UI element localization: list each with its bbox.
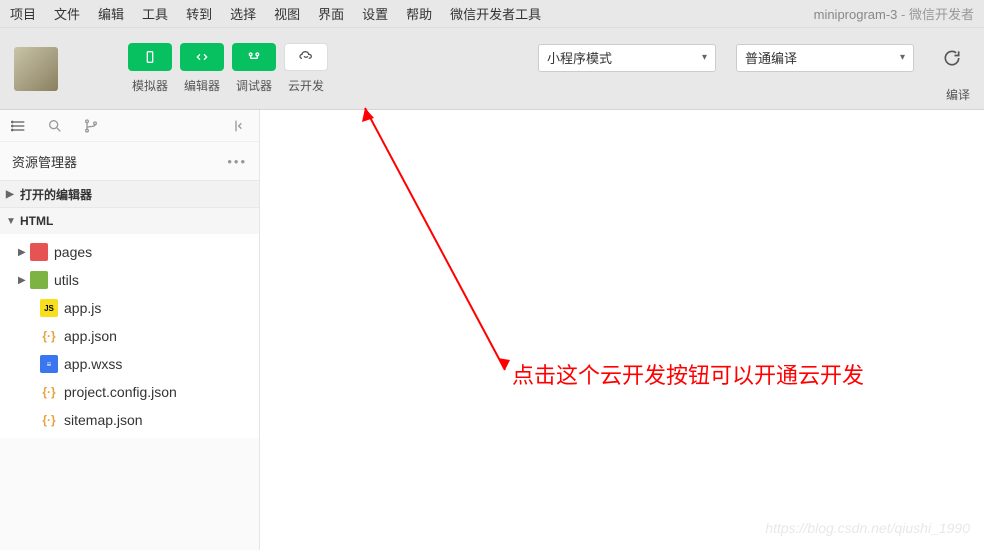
menu-project[interactable]: 项目 <box>10 4 36 23</box>
menu-file[interactable]: 文件 <box>54 4 80 23</box>
menu-settings[interactable]: 设置 <box>362 4 388 23</box>
simulator-button[interactable]: 模拟器 <box>128 43 172 94</box>
list-icon[interactable] <box>10 117 28 135</box>
tree-item-label: sitemap.json <box>64 412 143 428</box>
menu-help[interactable]: 帮助 <box>406 4 432 23</box>
annotation-text: 点击这个云开发按钮可以开通云开发 <box>512 358 962 393</box>
menu-edit[interactable]: 编辑 <box>98 4 124 23</box>
file-row[interactable]: {·} project.config.json <box>0 378 259 406</box>
collapse-icon[interactable] <box>231 117 249 135</box>
file-row[interactable]: {·} app.json <box>0 322 259 350</box>
explorer-header: 资源管理器 ••• <box>0 142 259 180</box>
menu-goto[interactable]: 转到 <box>186 4 212 23</box>
chevron-down-icon: ▼ <box>6 216 20 227</box>
tree-item-label: utils <box>54 272 79 288</box>
editor-button[interactable]: 编辑器 <box>180 43 224 94</box>
file-tree: ▶ pages ▶ utils JS app.js {·} app.json ≡ app.wxss… <box>0 234 259 438</box>
tool-button-group: 模拟器 编辑器 调试器 云开发 <box>128 43 328 94</box>
menu-devtools[interactable]: 微信开发者工具 <box>450 4 541 23</box>
search-icon[interactable] <box>46 117 64 135</box>
branch-icon[interactable] <box>82 117 100 135</box>
file-icon: ≡ <box>40 355 58 373</box>
compile-label: 编译 <box>946 86 970 103</box>
file-row[interactable]: {·} sitemap.json <box>0 406 259 434</box>
folder-row[interactable]: ▶ pages <box>0 238 259 266</box>
file-row[interactable]: ≡ app.wxss <box>0 350 259 378</box>
refresh-icon <box>934 44 970 72</box>
folder-icon <box>30 271 48 289</box>
tree-item-label: app.js <box>64 300 101 316</box>
compile-button[interactable] <box>934 44 970 72</box>
code-icon <box>180 43 224 71</box>
folder-icon <box>30 243 48 261</box>
chevron-right-icon: ▶ <box>18 247 30 258</box>
mode-select[interactable]: 小程序模式 ▾ <box>538 44 716 72</box>
file-icon: JS <box>40 299 58 317</box>
sidebar-icon-bar <box>0 110 259 142</box>
more-icon[interactable]: ••• <box>227 154 247 169</box>
menu-view[interactable]: 视图 <box>274 4 300 23</box>
menu-bar: 项目 文件 编辑 工具 转到 选择 视图 界面 设置 帮助 微信开发者工具 mi… <box>0 0 984 28</box>
project-root-section[interactable]: ▼ HTML <box>0 208 259 234</box>
debug-icon <box>232 43 276 71</box>
file-icon: {·} <box>40 411 58 429</box>
chevron-down-icon: ▾ <box>900 52 905 63</box>
avatar[interactable] <box>14 47 58 91</box>
watermark: https://blog.csdn.net/qiushi_1990 <box>765 520 970 536</box>
cloud-icon <box>284 43 328 71</box>
file-icon: {·} <box>40 383 58 401</box>
sidebar: 资源管理器 ••• ▶ 打开的编辑器 ▼ HTML ▶ pages ▶ utils JS… <box>0 110 260 550</box>
file-icon: {·} <box>40 327 58 345</box>
cloud-dev-button[interactable]: 云开发 <box>284 43 328 94</box>
toolbar: 模拟器 编辑器 调试器 云开发 小程序模式 ▾ 普通编译 ▾ <box>0 28 984 110</box>
chevron-right-icon: ▶ <box>18 275 30 286</box>
window-title: miniprogram-3 - 微信开发者 <box>814 4 974 23</box>
menu-select[interactable]: 选择 <box>230 4 256 23</box>
chevron-right-icon: ▶ <box>6 189 20 200</box>
editor-area <box>260 110 984 550</box>
file-row[interactable]: JS app.js <box>0 294 259 322</box>
menu-ui[interactable]: 界面 <box>318 4 344 23</box>
chevron-down-icon: ▾ <box>702 52 707 63</box>
tree-item-label: pages <box>54 244 92 260</box>
tree-item-label: project.config.json <box>64 384 177 400</box>
compile-select[interactable]: 普通编译 ▾ <box>736 44 914 72</box>
folder-row[interactable]: ▶ utils <box>0 266 259 294</box>
tree-item-label: app.wxss <box>64 356 122 372</box>
menu-tools[interactable]: 工具 <box>142 4 168 23</box>
open-editors-section[interactable]: ▶ 打开的编辑器 <box>0 181 259 207</box>
debugger-button[interactable]: 调试器 <box>232 43 276 94</box>
tree-item-label: app.json <box>64 328 117 344</box>
phone-icon <box>128 43 172 71</box>
